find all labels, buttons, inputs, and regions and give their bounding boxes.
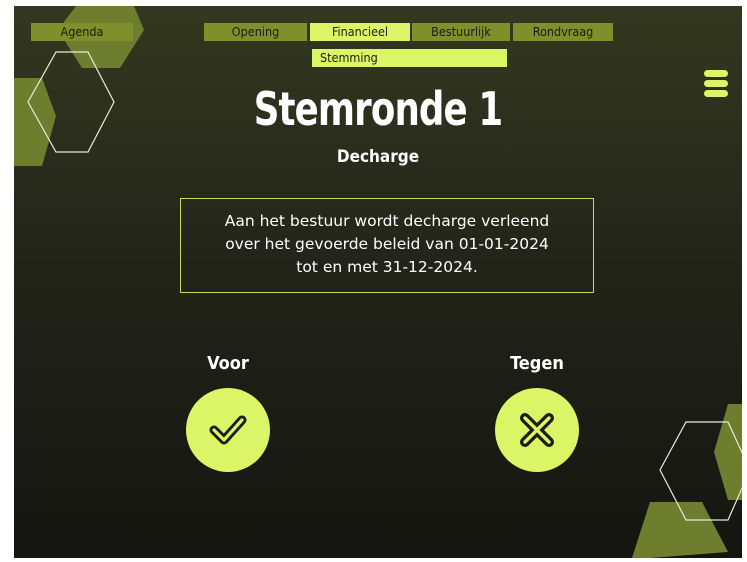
vote-against-label: Tegen (510, 353, 564, 374)
page-subtitle: Decharge (336, 147, 420, 167)
subtab-stemming[interactable]: Stemming (312, 49, 507, 67)
statement-box: Aan het bestuur wordt decharge verleend … (180, 198, 594, 293)
statement-line: over het gevoerde beleid van 01-01-2024 (225, 235, 549, 253)
cross-icon (520, 413, 554, 447)
statement-line: tot en met 31-12-2024. (296, 258, 478, 276)
page-title: Stemronde 1 (253, 82, 503, 136)
vote-for-label: Voor (207, 353, 249, 374)
hamburger-menu-icon[interactable] (704, 70, 728, 100)
statement-line: Aan het bestuur wordt decharge verleend (224, 212, 550, 230)
tab-agenda[interactable]: Agenda (31, 23, 133, 41)
checkmark-icon (209, 415, 247, 445)
vote-for-button[interactable] (186, 388, 270, 472)
vote-against-button[interactable] (495, 388, 579, 472)
tab-rondvraag[interactable]: Rondvraag (513, 23, 613, 41)
voting-screen: Agenda Opening Financieel Bestuurlijk Ro… (14, 6, 742, 558)
tab-opening[interactable]: Opening (204, 23, 307, 41)
tab-financieel[interactable]: Financieel (310, 23, 410, 41)
tab-bestuurlijk[interactable]: Bestuurlijk (412, 23, 510, 41)
